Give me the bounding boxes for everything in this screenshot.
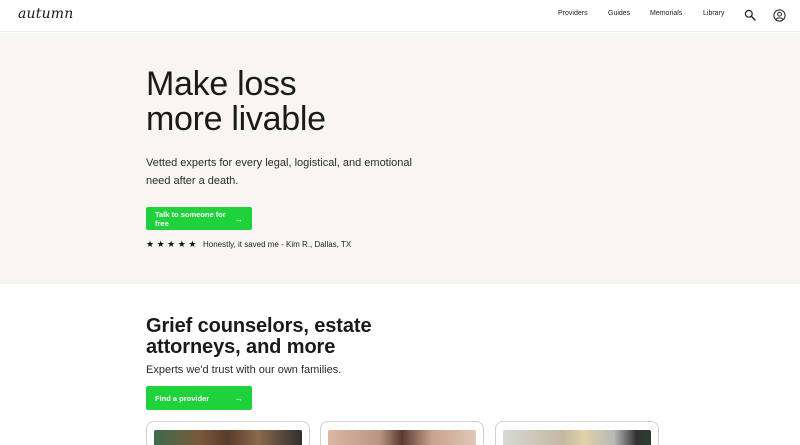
provider-card[interactable] [146,421,310,445]
find-a-provider-button[interactable]: Find a provider → [146,386,252,410]
arrow-right-icon: → [234,393,243,403]
talk-to-someone-label: Talk to someone for free [155,209,226,228]
hero-title: Make loss more livable [146,67,466,137]
provider-photo [328,430,476,445]
hero-subtitle: Vetted experts for every legal, logistic… [146,157,412,187]
provider-card[interactable] [495,421,659,445]
account-icon [772,8,786,22]
providers-section-subtitle: Experts we'd trust with our own families… [146,364,342,376]
talk-to-someone-button[interactable]: Talk to someone for free → [146,207,252,230]
nav-memorials[interactable]: Memorials [650,10,682,17]
star-icon: ★ [156,239,168,249]
search-button[interactable] [743,8,757,22]
nav-providers[interactable]: Providers [558,10,588,17]
star-icon: ★ [177,239,189,249]
star-icon: ★ [188,239,199,249]
providers-section-title: Grief counselors, estate attorneys, and … [146,315,372,358]
find-a-provider-label: Find a provider [155,393,210,403]
nav-library[interactable]: Library [703,10,724,17]
star-icon: ★ [146,239,157,249]
provider-photo [503,430,651,445]
account-button[interactable] [772,8,786,22]
hero-section: Make loss more livable Vetted experts fo… [0,33,800,284]
hero-title-line-2: more livable [146,100,326,138]
testimonial-text: Honestly, it saved me - Kim R., Dallas, … [203,240,352,249]
star-icon: ★ [167,239,178,249]
site-header: autumn Providers Guides Memorials Librar… [0,0,800,32]
nav-guides[interactable]: Guides [608,10,630,17]
provider-card[interactable] [320,421,484,445]
hero-title-line-1: Make loss [146,65,297,103]
arrow-right-icon: → [234,213,243,224]
search-icon [744,9,756,21]
provider-photo [154,430,302,445]
rating-stars: ★★★★★ [146,239,199,250]
autumn-logo[interactable]: autumn [18,6,74,22]
